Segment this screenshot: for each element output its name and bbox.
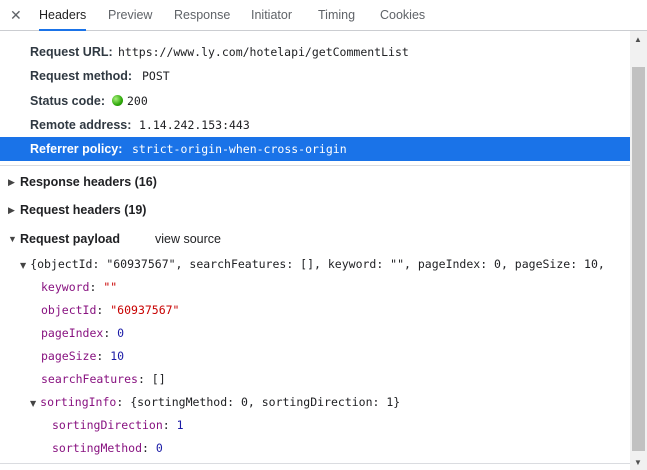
- sortingdirection-key: sortingDirection: [52, 418, 163, 432]
- vertical-scrollbar[interactable]: ▲ ▼: [630, 31, 647, 470]
- referrer-policy-label: Referrer policy:: [30, 142, 123, 156]
- sortingmethod-value: 0: [155, 441, 163, 455]
- request-headers-title: Request headers (19): [20, 203, 147, 217]
- payload-sortingdirection[interactable]: sortingDirection: 1: [52, 414, 184, 437]
- pageindex-value: 0: [117, 326, 125, 340]
- tab-initiator[interactable]: Initiator: [251, 0, 292, 31]
- status-code-label: Status code:: [30, 94, 106, 108]
- close-icon[interactable]: ✕: [10, 7, 22, 23]
- objectid-key: objectId: [41, 303, 97, 317]
- tab-preview[interactable]: Preview: [108, 0, 152, 31]
- searchfeatures-key: searchFeatures: [41, 372, 138, 386]
- payload-objectid[interactable]: objectId: "60937567": [41, 299, 180, 322]
- payload-summary: {objectId: "60937567", searchFeatures: […: [30, 257, 605, 271]
- sortinginfo-key: sortingInfo: [40, 395, 117, 409]
- scroll-down-icon[interactable]: ▼: [634, 458, 642, 467]
- scrollbar-thumb[interactable]: [632, 67, 645, 451]
- searchfeatures-value: []: [151, 372, 166, 386]
- request-payload-title: Request payload: [20, 232, 121, 246]
- remote-address-value[interactable]: 1.14.242.153:443: [139, 113, 250, 137]
- request-method-label: Request method:: [30, 69, 133, 83]
- chevron-down-icon: ▼: [8, 234, 17, 244]
- status-code-row: Status code: 200: [0, 89, 630, 113]
- request-method-row: Request method: POST: [0, 64, 630, 88]
- chevron-right-icon: ▶: [8, 205, 15, 215]
- referrer-policy-row[interactable]: Referrer policy: strict-origin-when-cros…: [0, 137, 630, 161]
- response-headers-title: Response headers (16): [20, 175, 157, 189]
- tab-timing[interactable]: Timing: [318, 0, 355, 31]
- pageindex-key: pageIndex: [41, 326, 104, 340]
- headers-panel: Request URL: https://www.ly.com/hotelapi…: [0, 31, 630, 470]
- payload-pagesize[interactable]: pageSize: 10: [41, 345, 124, 368]
- tab-headers[interactable]: Headers: [39, 0, 87, 31]
- payload-root[interactable]: ▼ {objectId: "60937567", searchFeatures: …: [20, 253, 605, 276]
- tab-bar: ✕ Headers Preview Response Initiator Tim…: [0, 0, 647, 31]
- status-code-container: 200: [112, 89, 148, 113]
- keyword-value: "": [103, 280, 118, 294]
- status-code-value[interactable]: 200: [127, 94, 148, 108]
- request-url-label: Request URL:: [30, 45, 113, 59]
- sortinginfo-summary: {sortingMethod: 0, sortingDirection: 1}: [130, 395, 401, 409]
- pagesize-value: 10: [110, 349, 125, 363]
- section-divider: [0, 165, 630, 166]
- payload-keyword[interactable]: keyword: "": [41, 276, 117, 299]
- chevron-down-icon: ▼: [20, 261, 27, 270]
- view-source-link[interactable]: view source: [155, 227, 221, 251]
- remote-address-row: Remote address: 1.14.242.153:443: [0, 113, 630, 137]
- objectid-value: "60937567": [110, 303, 180, 317]
- chevron-right-icon: ▶: [8, 177, 15, 187]
- scroll-up-icon[interactable]: ▲: [634, 35, 642, 44]
- response-headers-section[interactable]: ▶ Response headers (16): [0, 170, 630, 194]
- sortingdirection-value: 1: [176, 418, 184, 432]
- payload-pageindex[interactable]: pageIndex: 0: [41, 322, 124, 345]
- remote-address-label: Remote address:: [30, 118, 132, 132]
- bottom-divider: [0, 463, 630, 464]
- pagesize-key: pageSize: [41, 349, 97, 363]
- request-payload-section[interactable]: ▼ Request payload view source: [0, 227, 630, 251]
- request-url-row: Request URL: https://www.ly.com/hotelapi…: [0, 40, 630, 64]
- request-url-value[interactable]: https://www.ly.com/hotelapi/getCommentLi…: [118, 40, 409, 64]
- payload-sortingmethod[interactable]: sortingMethod: 0: [52, 437, 163, 460]
- chevron-down-icon: ▼: [30, 399, 37, 408]
- referrer-policy-value[interactable]: strict-origin-when-cross-origin: [132, 137, 347, 161]
- request-method-value[interactable]: POST: [142, 64, 170, 88]
- request-headers-section[interactable]: ▶ Request headers (19): [0, 198, 630, 222]
- sortingmethod-key: sortingMethod: [52, 441, 143, 455]
- payload-sortinginfo[interactable]: ▼ sortingInfo: {sortingMethod: 0, sorting…: [30, 391, 400, 414]
- keyword-key: keyword: [41, 280, 90, 294]
- tab-response[interactable]: Response: [174, 0, 230, 31]
- payload-searchfeatures[interactable]: searchFeatures: []: [41, 368, 166, 391]
- status-ok-icon: [112, 95, 123, 106]
- tab-cookies[interactable]: Cookies: [380, 0, 425, 31]
